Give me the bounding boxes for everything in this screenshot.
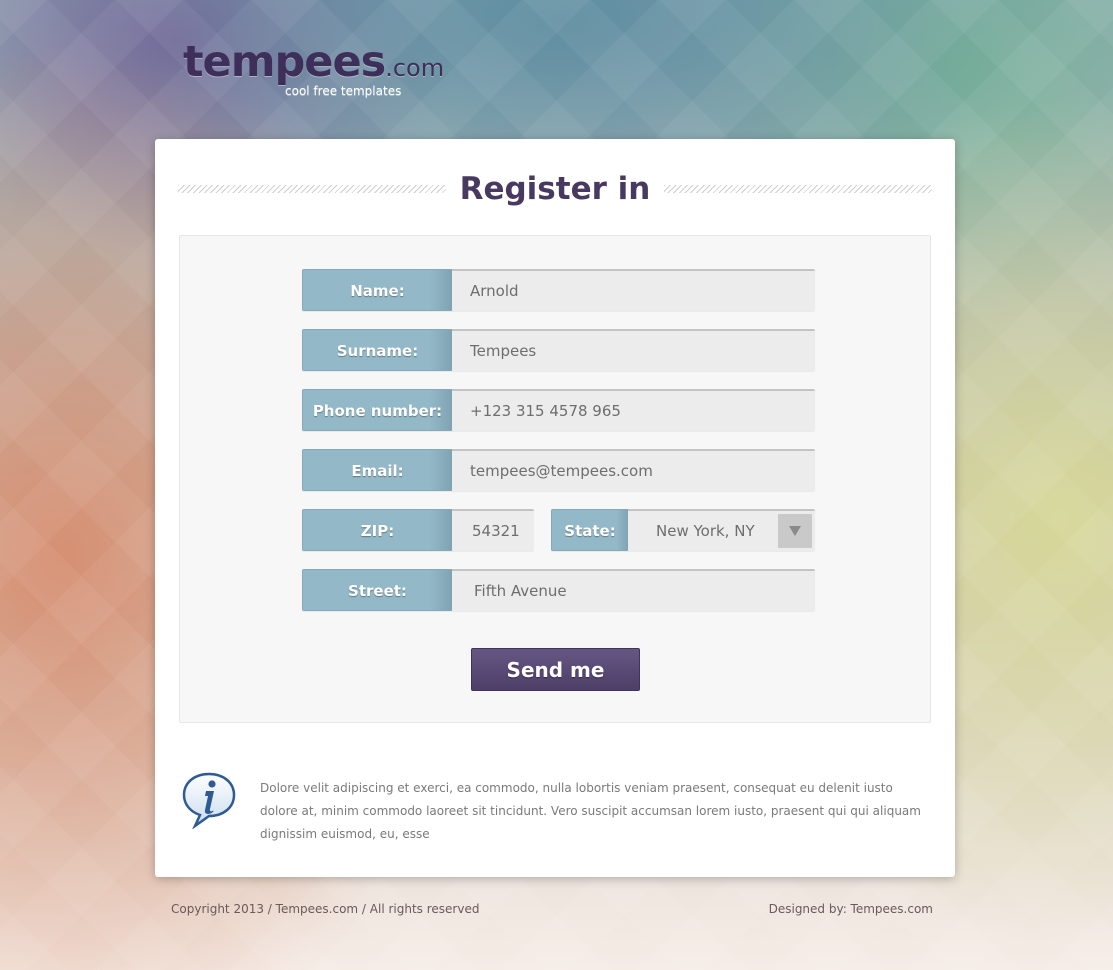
state-select[interactable]: New York, NY xyxy=(628,509,815,551)
street-input[interactable] xyxy=(452,569,815,611)
phone-input[interactable] xyxy=(452,389,815,431)
zip-label: ZIP: xyxy=(302,509,452,551)
title-divider-right xyxy=(664,185,932,193)
surname-field-group: Surname: xyxy=(302,329,815,371)
site-logo[interactable]: tempees.com cool free templates xyxy=(183,37,445,98)
registration-form: Name: Surname: Phone number: Email: ZIP:… xyxy=(179,235,931,723)
phone-field-group: Phone number: xyxy=(302,389,815,431)
logo-name: tempees xyxy=(183,37,386,87)
send-button[interactable]: Send me xyxy=(471,648,640,691)
email-field-group: Email: xyxy=(302,449,815,491)
zip-input[interactable] xyxy=(452,509,534,551)
info-text: Dolore velit adipiscing et exerci, ea co… xyxy=(260,781,921,841)
state-field-group: State: New York, NY xyxy=(551,509,815,551)
footer-designed-by[interactable]: Designed by: Tempees.com xyxy=(769,902,933,916)
state-label: State: xyxy=(551,509,628,551)
footer-copyright: Copyright 2013 / Tempees.com / All right… xyxy=(171,902,480,916)
logo-tagline: cool free templates xyxy=(285,84,402,98)
street-field-group: Street: xyxy=(302,569,815,611)
phone-label: Phone number: xyxy=(302,389,452,431)
title-row: Register in xyxy=(178,167,932,213)
state-select-value: New York, NY xyxy=(656,522,755,540)
email-label: Email: xyxy=(302,449,452,491)
zip-field-group: ZIP: xyxy=(302,509,534,551)
surname-input[interactable] xyxy=(452,329,815,371)
surname-label: Surname: xyxy=(302,329,452,371)
name-label: Name: xyxy=(302,269,452,311)
info-icon xyxy=(182,772,236,829)
register-card: Register in Name: Surname: Phone number:… xyxy=(155,139,955,877)
logo-suffix: .com xyxy=(385,54,445,82)
email-input[interactable] xyxy=(452,449,815,491)
street-label: Street: xyxy=(302,569,452,611)
name-input[interactable] xyxy=(452,269,815,311)
name-field-group: Name: xyxy=(302,269,815,311)
dropdown-arrow-icon[interactable] xyxy=(778,514,812,548)
